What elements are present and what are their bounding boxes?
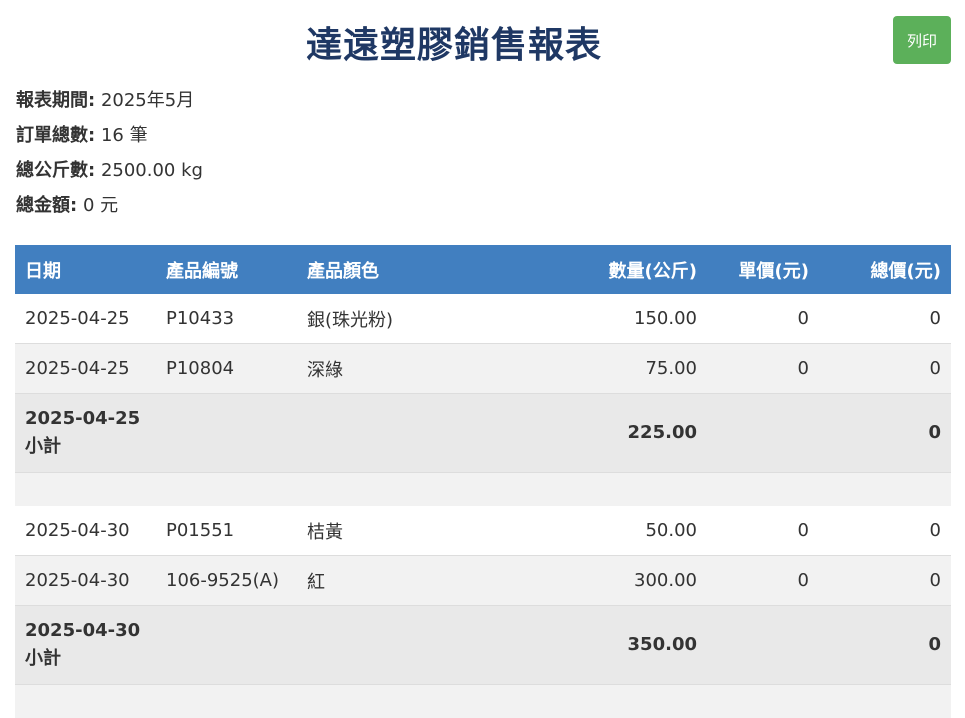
cell-product-no: P10804: [156, 344, 297, 394]
subtotal-date: 2025-04-25: [25, 405, 146, 433]
cell-date: 2025-04-30: [15, 556, 156, 606]
page-title: 達遠塑膠銷售報表: [0, 16, 908, 68]
table-row: 2025-04-30 106-9525(A) 紅 300.00 0 0: [15, 556, 951, 606]
cell-product-no: 106-9525(A): [156, 556, 297, 606]
cell-color: 紅: [297, 556, 517, 606]
report-summary: 報表期間: 2025年5月 訂單總數: 16 筆 總公斤數: 2500.00 k…: [16, 88, 203, 228]
subtotal-qty: 225.00: [517, 394, 707, 473]
cell-qty: 75.00: [517, 344, 707, 394]
summary-orders-value: 16 筆: [101, 125, 148, 146]
cell-color: 深綠: [297, 344, 517, 394]
cell-product-no: P10433: [156, 294, 297, 344]
column-header-qty: 數量(公斤): [517, 245, 707, 294]
subtotal-label: 小計: [25, 645, 146, 673]
cell-product-no: P01551: [156, 506, 297, 556]
summary-orders-label: 訂單總數:: [16, 125, 95, 146]
summary-weight-label: 總公斤數:: [16, 160, 95, 181]
cell-color: 桔黃: [297, 506, 517, 556]
subtotal-date-cell: 2025-04-30 小計: [15, 606, 156, 685]
cell-unit-price: 0: [707, 506, 819, 556]
summary-period-label: 報表期間:: [16, 90, 95, 111]
cell-total: 0: [819, 506, 951, 556]
subtotal-row: 2025-04-30 小計 350.00 0: [15, 606, 951, 685]
table-row: 2025-04-30 P01551 桔黃 50.00 0 0: [15, 506, 951, 556]
cell-unit-price: 0: [707, 556, 819, 606]
report-page: 達遠塑膠銷售報表 列印 報表期間: 2025年5月 訂單總數: 16 筆 總公斤…: [0, 0, 965, 709]
table-row: 2025-04-25 P10804 深綠 75.00 0 0: [15, 344, 951, 394]
summary-amount-value: 0 元: [83, 195, 118, 216]
subtotal-total: 0: [819, 606, 951, 685]
column-header-total: 總價(元): [819, 245, 951, 294]
sales-table: 日期 產品編號 產品顏色 數量(公斤) 單價(元) 總價(元) 2025-04-…: [15, 245, 951, 718]
cell-qty: 150.00: [517, 294, 707, 344]
summary-orders: 訂單總數: 16 筆: [16, 123, 203, 158]
subtotal-row: 2025-04-25 小計 225.00 0: [15, 394, 951, 473]
group-spacer-row: [15, 685, 951, 718]
summary-weight-value: 2500.00 kg: [101, 160, 203, 181]
print-button[interactable]: 列印: [893, 16, 951, 64]
cell-total: 0: [819, 556, 951, 606]
column-header-unit-price: 單價(元): [707, 245, 819, 294]
cell-total: 0: [819, 294, 951, 344]
subtotal-date-cell: 2025-04-25 小計: [15, 394, 156, 473]
group-spacer-row: [15, 473, 951, 507]
column-header-date: 日期: [15, 245, 156, 294]
table-row: 2025-04-25 P10433 銀(珠光粉) 150.00 0 0: [15, 294, 951, 344]
cell-total: 0: [819, 344, 951, 394]
cell-unit-price: 0: [707, 344, 819, 394]
summary-period: 報表期間: 2025年5月: [16, 88, 203, 123]
table-header-row: 日期 產品編號 產品顏色 數量(公斤) 單價(元) 總價(元): [15, 245, 951, 294]
cell-date: 2025-04-25: [15, 294, 156, 344]
summary-period-value: 2025年5月: [101, 90, 194, 111]
cell-date: 2025-04-25: [15, 344, 156, 394]
subtotal-qty: 350.00: [517, 606, 707, 685]
cell-date: 2025-04-30: [15, 506, 156, 556]
subtotal-label: 小計: [25, 433, 146, 461]
subtotal-date: 2025-04-30: [25, 617, 146, 645]
subtotal-total: 0: [819, 394, 951, 473]
cell-unit-price: 0: [707, 294, 819, 344]
column-header-color: 產品顏色: [297, 245, 517, 294]
cell-qty: 50.00: [517, 506, 707, 556]
cell-color: 銀(珠光粉): [297, 294, 517, 344]
column-header-product-no: 產品編號: [156, 245, 297, 294]
summary-amount-label: 總金額:: [16, 195, 77, 216]
cell-qty: 300.00: [517, 556, 707, 606]
summary-amount: 總金額: 0 元: [16, 193, 203, 228]
summary-weight: 總公斤數: 2500.00 kg: [16, 158, 203, 193]
